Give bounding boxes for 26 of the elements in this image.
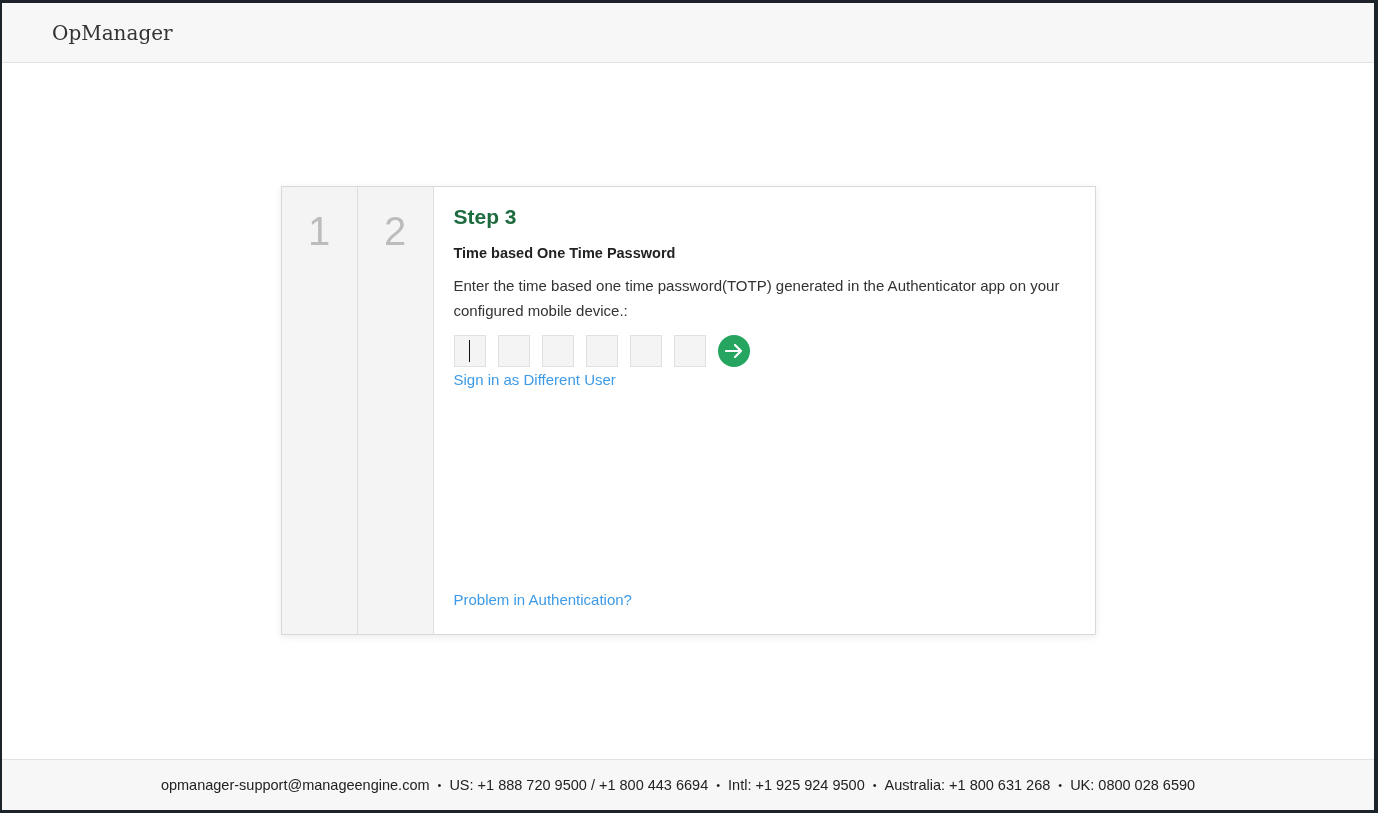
separator-dot: • — [872, 779, 877, 791]
otp-digit-field[interactable] — [497, 335, 530, 367]
sign-in-link[interactable]: Sign in as Different User — [453, 371, 616, 388]
separator-dot: • — [716, 779, 721, 791]
help-link[interactable]: Problem in Authentication? — [453, 591, 632, 608]
separator-dot: • — [1058, 779, 1063, 791]
otp-digit-field[interactable] — [585, 335, 618, 367]
contact-text: Intl: +1 925 924 9500 — [728, 777, 865, 793]
step-number: 1 — [307, 209, 331, 253]
instructions-text: Enter the time based one time password(TOTP) generated in the Authenticator app on your configured mobile device.: — [453, 276, 1061, 321]
separator-dot: • — [437, 779, 442, 791]
step-title: Step 3 — [453, 205, 518, 229]
otp-digit-field[interactable] — [453, 335, 486, 367]
contact-text: opmanager-support@manageengine.com — [160, 777, 430, 793]
contact-text: Australia: +1 800 631 268 — [884, 777, 1051, 793]
section-title: Time based One Time Password — [453, 245, 677, 261]
submit-button[interactable] — [717, 335, 750, 367]
otp-digit-field[interactable] — [629, 335, 662, 367]
arrow-right-icon — [724, 343, 743, 359]
app-title: OpManager — [52, 20, 173, 45]
step-number: 2 — [383, 209, 407, 253]
contact-text: UK: 0800 028 6590 — [1070, 777, 1196, 793]
text-cursor — [468, 340, 470, 362]
otp-digit-field[interactable] — [673, 335, 706, 367]
contact-text: US: +1 888 720 9500 / +1 800 443 6694 — [449, 777, 709, 793]
otp-digit-field[interactable] — [541, 335, 574, 367]
